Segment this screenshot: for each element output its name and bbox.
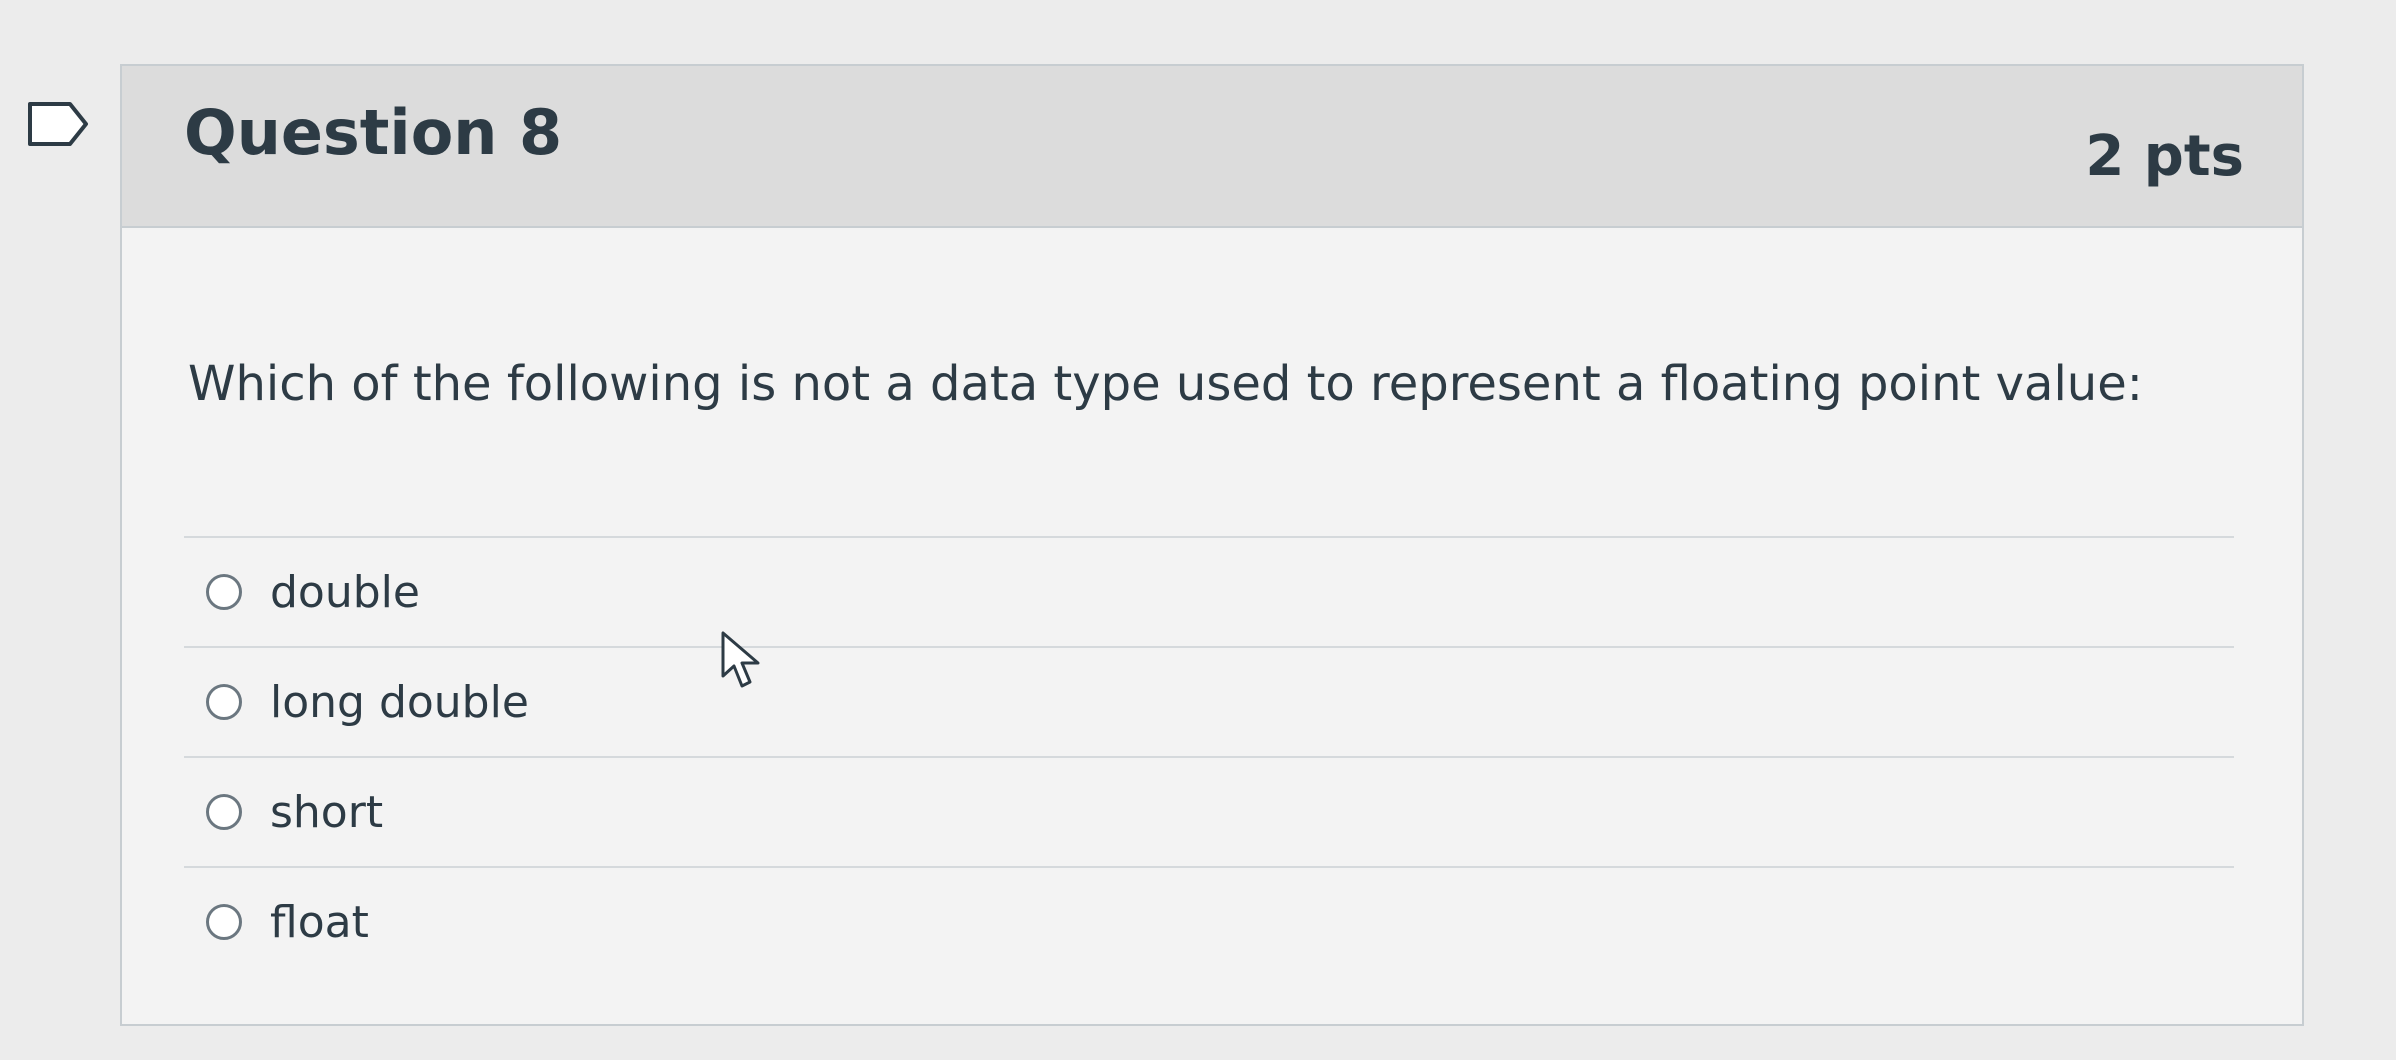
flag-question-icon[interactable]: [26, 100, 90, 148]
answer-option-short[interactable]: short: [184, 756, 2234, 866]
question-points: 2 pts: [2085, 124, 2244, 189]
answer-list: double long double short float: [184, 536, 2234, 976]
quiz-page: Question 8 2 pts Which of the following …: [0, 0, 2396, 1060]
answer-label: float: [270, 896, 369, 948]
radio-button[interactable]: [206, 794, 242, 830]
answer-label: double: [270, 566, 420, 618]
answer-option-float[interactable]: float: [184, 866, 2234, 976]
answer-label: long double: [270, 676, 529, 728]
radio-button[interactable]: [206, 904, 242, 940]
question-card: Question 8 2 pts Which of the following …: [120, 64, 2304, 1026]
answer-label: short: [270, 786, 384, 838]
answer-option-double[interactable]: double: [184, 536, 2234, 646]
question-text: Which of the following is not a data typ…: [188, 356, 2143, 412]
radio-button[interactable]: [206, 574, 242, 610]
radio-button[interactable]: [206, 684, 242, 720]
question-header: Question 8 2 pts: [122, 66, 2302, 228]
mouse-pointer-icon: [720, 630, 762, 690]
question-title: Question 8: [184, 96, 563, 169]
answer-option-long-double[interactable]: long double: [184, 646, 2234, 756]
